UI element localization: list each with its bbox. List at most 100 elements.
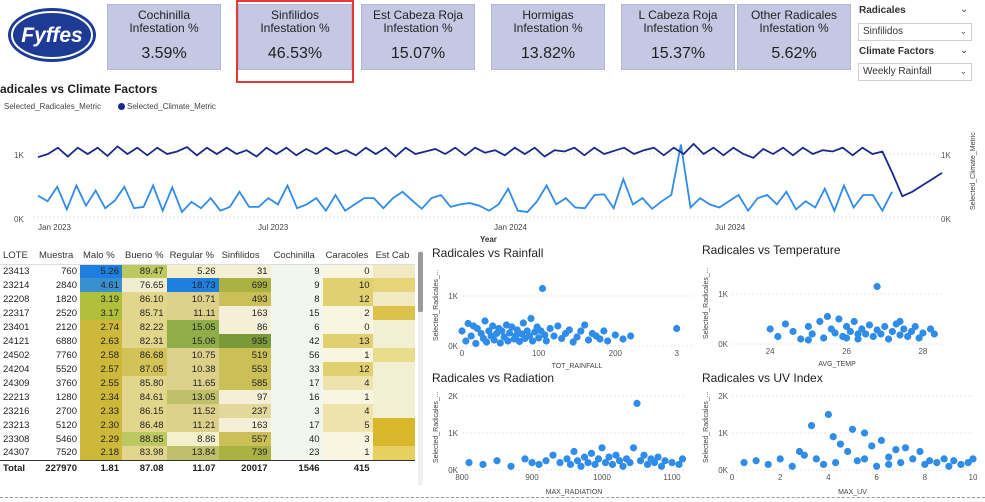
scatter-point[interactable]: [950, 457, 958, 465]
scatter-point[interactable]: [854, 330, 862, 338]
scatter-point[interactable]: [496, 339, 504, 347]
scatter-point[interactable]: [884, 335, 893, 343]
scatter-point[interactable]: [611, 331, 619, 339]
scatter-point[interactable]: [581, 321, 589, 329]
scatter-point[interactable]: [489, 322, 497, 330]
line-chart[interactable]: 1K 0K 1K 0K Selected_Climate_Metric Jan …: [0, 112, 985, 247]
scatter-point[interactable]: [462, 337, 470, 345]
scatter-point[interactable]: [860, 455, 869, 463]
scatter-point[interactable]: [846, 327, 854, 336]
scatter-point[interactable]: [661, 457, 669, 465]
column-header[interactable]: LOTE: [0, 248, 36, 265]
scatter-point[interactable]: [877, 436, 886, 444]
scatter-point[interactable]: [808, 330, 816, 338]
scatter-point[interactable]: [752, 457, 760, 465]
scatter-rainfall[interactable]: 1K 0K0 100 200 3 TOT_RAINFALL Selected_Radical…: [428, 262, 698, 370]
scatter-point[interactable]: [587, 449, 596, 457]
scatter-uv-index[interactable]: 2K 1K 0K0 2 4 6 8 10 MAX_UV Selected_Radicales_..…: [698, 386, 981, 496]
scatter-point[interactable]: [848, 425, 857, 433]
table-row[interactable]: 24121 6880 2.63 82.31 15.06 935 42 13: [0, 334, 415, 348]
scatter-point[interactable]: [823, 312, 832, 321]
scatter-point[interactable]: [795, 447, 804, 456]
scatter-point[interactable]: [678, 455, 687, 463]
scatter-point[interactable]: [465, 459, 473, 467]
scatter-point[interactable]: [919, 329, 927, 337]
table-row[interactable]: 23308 5460 2.29 88.85 8.86 557 40 3: [0, 432, 415, 446]
scatter-point[interactable]: [897, 459, 905, 467]
scatter-point[interactable]: [493, 457, 501, 465]
scatter-point[interactable]: [836, 440, 845, 448]
scatter-point[interactable]: [565, 326, 573, 334]
scatter-point[interactable]: [535, 334, 543, 342]
scatter-point[interactable]: [521, 455, 529, 463]
scatter-radiation[interactable]: 2K1K0K800 900 1000 1100MAX_RADIATIONSelecte…: [428, 386, 698, 496]
scatter-point[interactable]: [807, 422, 816, 430]
scatter-point[interactable]: [538, 284, 547, 293]
scatter-point[interactable]: [627, 332, 635, 340]
scatter-point[interactable]: [482, 338, 491, 346]
scatter-point[interactable]: [957, 460, 965, 469]
scatter-point[interactable]: [804, 336, 812, 344]
scatter-point[interactable]: [481, 317, 489, 325]
scatter-point[interactable]: [945, 462, 953, 470]
scatter-point[interactable]: [885, 453, 893, 461]
scatter-point[interactable]: [844, 447, 852, 456]
scatter-point[interactable]: [596, 335, 604, 343]
scatter-point[interactable]: [528, 459, 536, 467]
scatter-point[interactable]: [619, 462, 627, 470]
scatter-point[interactable]: [969, 455, 977, 463]
table-row[interactable]: 23413 760 5.26 89.47 5.26 31 9 0: [0, 264, 415, 278]
scatter-point[interactable]: [774, 332, 782, 341]
scatter-point[interactable]: [633, 399, 641, 407]
scatter-point[interactable]: [766, 325, 774, 333]
scatter-point[interactable]: [885, 460, 893, 469]
scatter-point[interactable]: [535, 460, 543, 469]
scatter-point[interactable]: [816, 317, 824, 326]
legend-item-climate[interactable]: Selected_Climate_Metric: [118, 102, 216, 111]
scatter-point[interactable]: [626, 459, 634, 467]
scatter-point[interactable]: [584, 336, 593, 344]
scatter-point[interactable]: [556, 459, 564, 467]
table-row[interactable]: 23401 2120 2.74 82.22 15.05 86 6 0: [0, 320, 415, 334]
chevron-down-icon[interactable]: ⌄: [960, 4, 968, 15]
scatter-point[interactable]: [926, 457, 934, 465]
scatter-point[interactable]: [909, 455, 917, 463]
scatter-point[interactable]: [832, 459, 840, 467]
column-header[interactable]: Muestra: [36, 248, 80, 265]
scatter-point[interactable]: [930, 330, 938, 338]
scatter-point[interactable]: [873, 282, 881, 291]
radicales-dropdown[interactable]: Sinfilidos ⌄: [858, 23, 972, 41]
scatter-point[interactable]: [862, 330, 870, 338]
scatter-point[interactable]: [542, 457, 550, 465]
scatter-point[interactable]: [598, 444, 606, 452]
scatter-point[interactable]: [673, 324, 681, 333]
scatter-point[interactable]: [933, 459, 941, 467]
lote-table[interactable]: LOTE Muestra Malo % Bueno % Regular % Sinfili…: [0, 248, 420, 498]
column-header[interactable]: Regular %: [166, 248, 219, 265]
scatter-point[interactable]: [916, 447, 924, 456]
scatter-point[interactable]: [577, 462, 585, 470]
scatter-point[interactable]: [869, 332, 877, 341]
scatter-point[interactable]: [640, 451, 648, 459]
scatter-point[interactable]: [528, 337, 537, 345]
scatter-point[interactable]: [911, 322, 919, 331]
scatter-point[interactable]: [900, 325, 908, 333]
table-scroll-thumb[interactable]: [418, 252, 423, 312]
scatter-point[interactable]: [490, 336, 498, 344]
scatter-point[interactable]: [604, 337, 612, 345]
scatter-point[interactable]: [940, 455, 948, 463]
scatter-point[interactable]: [789, 327, 797, 336]
scatter-point[interactable]: [865, 321, 874, 329]
scatter-point[interactable]: [584, 459, 592, 467]
scatter-point[interactable]: [619, 335, 627, 343]
scatter-point[interactable]: [472, 339, 480, 348]
scatter-point[interactable]: [554, 322, 562, 330]
table-row[interactable]: 23216 2700 2.33 86.15 11.52 237 3 4: [0, 404, 415, 418]
column-header[interactable]: Cochinilla: [270, 248, 323, 265]
scatter-point[interactable]: [764, 460, 772, 469]
scatter-point[interactable]: [608, 460, 617, 469]
scatter-point[interactable]: [842, 334, 851, 342]
table-row[interactable]: 23214 2840 4.61 76.65 18.73 699 9 10: [0, 278, 415, 292]
legend-item-radicales[interactable]: Selected_Radicales_Metric: [4, 102, 101, 111]
scatter-point[interactable]: [546, 324, 554, 333]
